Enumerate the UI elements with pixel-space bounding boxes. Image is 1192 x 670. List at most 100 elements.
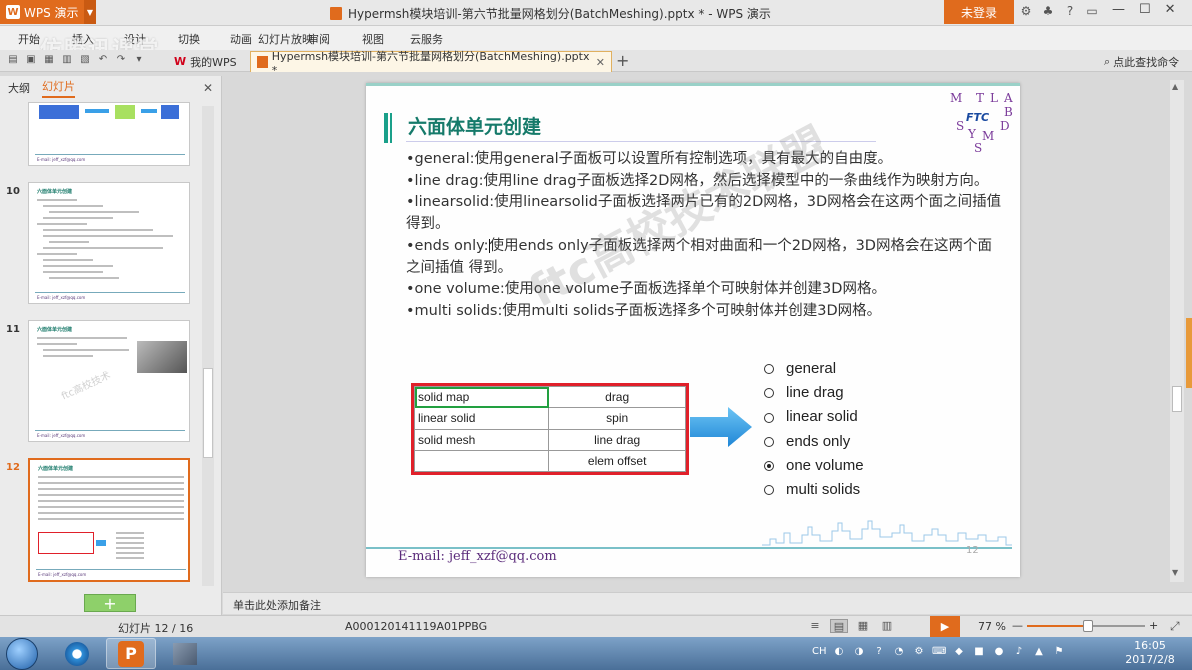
normal-view-icon[interactable]: ▤ xyxy=(830,619,848,633)
zoom-knob[interactable] xyxy=(1083,619,1094,632)
slide-scrollbar[interactable]: ▲ ▼ xyxy=(1170,80,1184,582)
bullet-text-box[interactable]: •general:使用general子面板可以设置所有控制选项，具有最大的自由度… xyxy=(406,149,1006,323)
help-icon[interactable]: ? xyxy=(872,646,886,657)
wps-app-button[interactable]: W WPS 演示 ▼ xyxy=(0,0,96,24)
radio-button xyxy=(764,412,774,423)
menu-home[interactable]: 开始 xyxy=(18,31,40,47)
maximize-icon[interactable]: ☐ xyxy=(1139,2,1151,17)
print-icon[interactable]: ▥ xyxy=(60,53,74,67)
network-icon[interactable]: ▲ xyxy=(1032,646,1046,657)
menu-transition[interactable]: 切换 xyxy=(178,31,200,47)
slide-canvas[interactable]: 六面体单元创建 M T L A B D S Y M S FTC •general… xyxy=(366,83,1020,577)
preview-icon[interactable]: ▧ xyxy=(78,53,92,67)
radio-line-drag[interactable]: line drag xyxy=(764,381,864,405)
radio-general[interactable]: general xyxy=(764,357,864,381)
view-buttons: ≡ ▤ ▦ ▥ xyxy=(806,619,896,633)
skin-icon[interactable]: ⚙ xyxy=(1018,4,1034,18)
minimize-icon[interactable]: — xyxy=(1112,2,1125,17)
input-method-icon[interactable]: ◐ xyxy=(832,646,846,657)
menu-design[interactable]: 设计 xyxy=(124,31,146,47)
radio-linear-solid[interactable]: linear solid xyxy=(764,405,864,429)
close-icon[interactable]: ✕ xyxy=(203,81,213,95)
slide-title[interactable]: 六面体单元创建 xyxy=(408,112,541,139)
scroll-down-icon[interactable]: ▼ xyxy=(1172,568,1178,577)
zoom-level[interactable]: 77 % xyxy=(978,620,1006,633)
ime-icon[interactable]: ◑ xyxy=(852,646,866,657)
command-search[interactable]: ⌕ 点此查找命令 xyxy=(1104,54,1179,70)
app-tray-icon[interactable]: ■ xyxy=(972,646,986,657)
chevron-down-icon[interactable]: ▾ xyxy=(132,53,146,67)
notes-pane[interactable]: 单击此处添加备注 xyxy=(223,592,1192,614)
slide-thumbnail-10[interactable]: 六面体单元创建 E-mail: jeff_xzf@qq.com xyxy=(28,182,190,304)
chevron-down-icon[interactable]: ▼ xyxy=(84,0,96,24)
thumb-text-line xyxy=(38,482,184,484)
menu-insert[interactable]: 插入 xyxy=(72,31,94,47)
new-tab-button[interactable]: + xyxy=(616,51,629,70)
zoom-track[interactable] xyxy=(1027,619,1145,632)
tab-slides[interactable]: 幻灯片 xyxy=(42,78,75,98)
close-icon[interactable]: ✕ xyxy=(596,56,605,69)
login-button[interactable]: 未登录 xyxy=(944,0,1014,24)
slide-thumbnail-12[interactable]: 六面体单元创建 E-mail: jeff_xzf@qq.com xyxy=(28,458,190,582)
fit-window-icon[interactable]: ⤢ xyxy=(1170,619,1180,634)
save-icon[interactable]: ▣ xyxy=(24,53,38,67)
add-slide-button[interactable]: + xyxy=(84,594,136,613)
scrollbar-thumb[interactable] xyxy=(1172,386,1182,412)
minimize-ribbon-icon[interactable]: ▭ xyxy=(1084,4,1100,18)
keyboard-icon[interactable]: ⌨ xyxy=(932,646,946,657)
tab-document[interactable]: Hypermsh模块培训-第六节批量网格划分(BatchMeshing).ppt… xyxy=(250,50,612,77)
reading-view-icon[interactable]: ▥ xyxy=(878,619,896,633)
radio-label: line drag xyxy=(786,384,844,402)
menu-review[interactable]: 审阅 xyxy=(308,31,330,47)
table-cell: spin xyxy=(548,407,686,430)
shirt-icon[interactable]: ♣ xyxy=(1040,4,1056,18)
solid-map-table[interactable]: solid map drag linear solid spin solid m… xyxy=(411,383,689,475)
scrollbar-thumb[interactable] xyxy=(203,368,213,458)
close-icon[interactable]: ✕ xyxy=(1165,2,1176,17)
table-cell: linear solid xyxy=(413,407,550,430)
app-tray-icon[interactable]: ● xyxy=(992,646,1006,657)
system-clock[interactable]: 16:05 2017/2/8 xyxy=(1120,639,1180,667)
settings-icon[interactable]: ⚙ xyxy=(912,646,926,657)
taskbar-ie[interactable] xyxy=(52,638,102,669)
slide-thumbnail-9[interactable]: E-mail: jeff_xzf@qq.com xyxy=(28,102,190,166)
zoom-in-icon[interactable]: + xyxy=(1149,619,1158,632)
thumb-text-line xyxy=(43,247,163,249)
shield-icon[interactable]: ◆ xyxy=(952,646,966,657)
taskbar-hypermesh[interactable] xyxy=(160,638,210,669)
scroll-up-icon[interactable]: ▲ xyxy=(1172,82,1178,91)
bullet-one-volume: •one volume:使用one volume子面板选择单个可映射体并创建3D… xyxy=(406,281,886,298)
taskbar-wps[interactable]: P xyxy=(106,638,156,669)
notes-toggle-icon[interactable]: ≡ xyxy=(806,619,824,633)
panel-scrollbar[interactable] xyxy=(202,106,214,586)
thumb-title: 六面体单元创建 xyxy=(38,466,74,472)
redo-icon[interactable]: ↷ xyxy=(114,53,128,67)
radio-ends-only[interactable]: ends only xyxy=(764,430,864,454)
sorter-view-icon[interactable]: ▦ xyxy=(854,619,872,633)
undo-icon[interactable]: ↶ xyxy=(96,53,110,67)
tab-my-wps[interactable]: W 我的WPS xyxy=(166,52,245,71)
zoom-out-icon[interactable]: — xyxy=(1012,619,1023,632)
thumb-text-line xyxy=(49,211,139,213)
menu-slideshow[interactable]: 幻灯片放映 xyxy=(258,31,313,47)
bullet-general: •general:使用general子面板可以设置所有控制选项，具有最大的自由度… xyxy=(406,151,893,167)
tab-outline[interactable]: 大纲 xyxy=(8,80,30,96)
flag-icon[interactable]: ⚑ xyxy=(1052,646,1066,657)
play-slideshow-button[interactable]: ▶ xyxy=(930,616,960,637)
menu-animation[interactable]: 动画 xyxy=(230,31,252,47)
radio-one-volume[interactable]: one volume xyxy=(764,454,864,478)
speaker-icon[interactable]: ♪ xyxy=(1012,646,1026,657)
language-indicator[interactable]: CH xyxy=(812,646,827,657)
radio-multi-solids[interactable]: multi solids xyxy=(764,478,864,502)
folder-icon[interactable]: ▤ xyxy=(6,53,20,67)
side-tab-handle[interactable] xyxy=(1186,318,1192,388)
pdf-icon[interactable]: ▦ xyxy=(42,53,56,67)
menu-cloud[interactable]: 云服务 xyxy=(410,31,443,47)
start-button[interactable] xyxy=(6,638,38,670)
slide-thumbnail-11[interactable]: 六面体单元创建 ftc高校技术 E-mail: jeff_xzf@qq.com xyxy=(28,320,190,442)
zoom-slider[interactable]: — + xyxy=(1012,619,1158,632)
document-id: A000120141119A01PPBG xyxy=(345,620,488,633)
menu-view[interactable]: 视图 xyxy=(362,31,384,47)
ime-mode-icon[interactable]: ◔ xyxy=(892,646,906,657)
help-icon[interactable]: ? xyxy=(1062,4,1078,18)
